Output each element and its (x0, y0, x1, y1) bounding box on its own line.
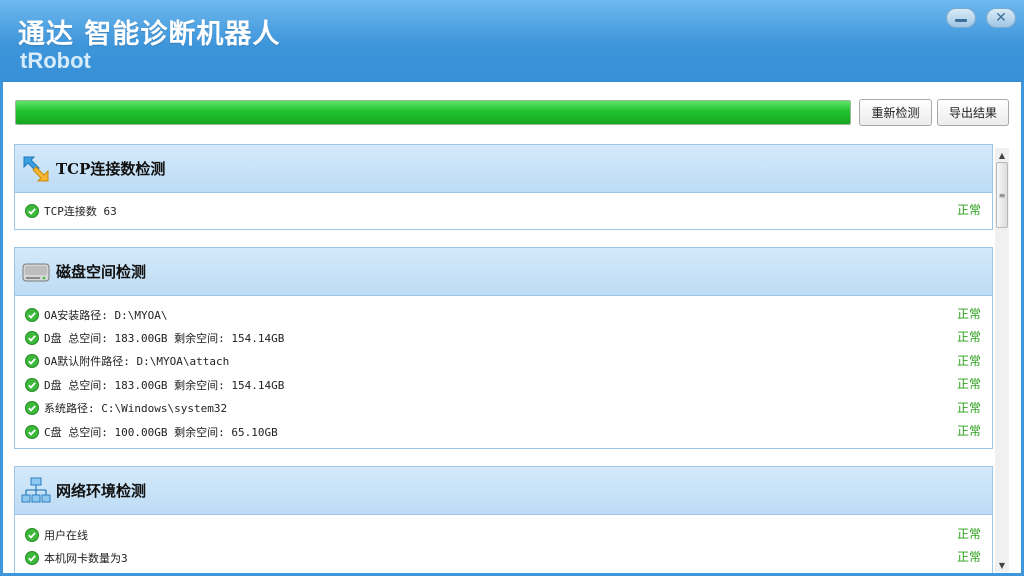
check-icon (25, 424, 39, 439)
check-icon (25, 377, 39, 392)
list-item: C盘 总空间: 100.00GB 剩余空间: 65.10GB 正常 (15, 420, 992, 443)
export-button[interactable]: 导出结果 (937, 99, 1009, 126)
vertical-scrollbar[interactable]: ▲ ≡ ▼ (995, 148, 1009, 572)
app-window: 通达 智能诊断机器人 tRobot ✕ 重新检测 导出结果 TCP连接数检测 T… (0, 0, 1024, 576)
status-text: 正常 (956, 330, 981, 345)
item-text: 本机网卡数量为3 (44, 552, 128, 566)
minimize-button[interactable] (946, 8, 976, 28)
disk-icon (22, 263, 50, 281)
list-item: 本机网卡数量为3 正常 (15, 546, 992, 569)
list-item: OA默认附件路径: D:\MYOA\attach 正常 (15, 350, 992, 373)
status-text: 正常 (956, 307, 981, 321)
recheck-button[interactable]: 重新检测 (859, 99, 932, 126)
section-header: TCP连接数检测 (15, 145, 992, 193)
item-text: 用户在线 (44, 528, 88, 542)
item-text: D盘 总空间: 183.00GB 剩余空间: 154.14GB (44, 378, 285, 392)
list-item: D盘 总空间: 183.00GB 剩余空间: 154.14GB 正常 (15, 373, 992, 396)
app-title: 通达 智能诊断机器人 (18, 19, 281, 50)
section-rows: TCP连接数 63 正常 (15, 193, 992, 229)
status-text: 正常 (956, 353, 981, 368)
arrows-icon (23, 156, 49, 181)
check-icon (25, 401, 39, 416)
check-icon (25, 354, 39, 369)
item-text: C盘 总空间: 100.00GB 剩余空间: 65.10GB (44, 425, 278, 439)
results-list[interactable]: TCP连接数检测 TCP连接数 63 正常 磁盘空间检测 OA安装路径: D:\… (3, 140, 1021, 573)
section-rows: OA安装路径: D:\MYOA\ 正常 D盘 总空间: 183.00GB 剩余空… (15, 296, 992, 448)
item-text: D盘 总空间: 183.00GB 剩余空间: 154.14GB (44, 332, 285, 346)
content-area: 重新检测 导出结果 TCP连接数检测 TCP连接数 63 正常 磁盘空间检测 O… (3, 82, 1021, 573)
item-text: 系统路径: C:\Windows\system32 (44, 402, 228, 416)
check-icon (25, 203, 39, 218)
list-item: OA安装路径: D:\MYOA\ 正常 (15, 303, 992, 326)
close-icon: ✕ (995, 10, 1007, 26)
close-button[interactable]: ✕ (986, 8, 1016, 28)
section-disk: 磁盘空间检测 OA安装路径: D:\MYOA\ 正常 D盘 总空间: 183.0… (14, 247, 993, 450)
check-icon (25, 331, 39, 346)
check-icon (25, 551, 39, 566)
scroll-down-icon[interactable]: ▼ (995, 558, 1009, 572)
status-text: 正常 (956, 377, 981, 392)
section-title: TCP连接数检测 (56, 160, 166, 178)
section-network: 网络环境检测 用户在线 正常 本机网卡数量为3 正常 (14, 466, 993, 573)
check-icon (25, 527, 39, 542)
section-title: 磁盘空间检测 (56, 263, 147, 281)
list-item: 系统路径: C:\Windows\system32 正常 (15, 397, 992, 420)
network-icon (21, 477, 51, 502)
minimize-icon (955, 18, 967, 22)
toolbar: 重新检测 导出结果 (3, 82, 1021, 140)
item-text: OA安装路径: D:\MYOA\ (44, 308, 168, 322)
status-text: 正常 (956, 400, 981, 415)
scroll-thumb[interactable]: ≡ (996, 162, 1008, 228)
list-item: 用户在线 正常 (15, 523, 992, 546)
section-header: 网络环境检测 (15, 467, 992, 515)
section-header: 磁盘空间检测 (15, 248, 992, 296)
section-tcp: TCP连接数检测 TCP连接数 63 正常 (14, 144, 993, 231)
status-text: 正常 (956, 203, 981, 217)
scroll-up-icon[interactable]: ▲ (995, 148, 1009, 162)
item-text: OA默认附件路径: D:\MYOA\attach (44, 355, 230, 369)
status-text: 正常 (956, 550, 981, 565)
item-text: TCP连接数 63 (44, 204, 117, 218)
status-text: 正常 (956, 423, 981, 438)
grip-icon: ≡ (998, 190, 1006, 200)
status-text: 正常 (956, 527, 981, 541)
list-item: TCP连接数 63 正常 (15, 199, 992, 222)
title-bar: 通达 智能诊断机器人 tRobot ✕ (0, 0, 1024, 82)
section-rows: 用户在线 正常 本机网卡数量为3 正常 (15, 515, 992, 573)
section-title: 网络环境检测 (56, 482, 147, 500)
list-item: D盘 总空间: 183.00GB 剩余空间: 154.14GB 正常 (15, 326, 992, 349)
progress-bar (15, 100, 851, 125)
app-subtitle: tRobot (20, 48, 91, 73)
check-icon (25, 307, 39, 322)
progress-fill (16, 101, 850, 124)
